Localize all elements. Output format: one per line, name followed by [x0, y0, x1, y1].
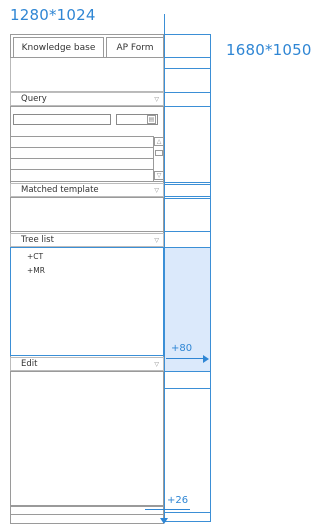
chevron-down-icon: ▽ [154, 360, 159, 368]
extended-divider [164, 68, 211, 69]
arrow-down-icon[interactable]: ▽ [154, 171, 164, 180]
extended-divider [164, 388, 211, 389]
status-strip [10, 506, 164, 515]
extended-divider [164, 512, 211, 513]
tree-list-header[interactable]: Tree list ▽ [10, 233, 164, 247]
tree-list-area: +CT +MR [10, 247, 164, 356]
tree-item-mr[interactable]: +MR [27, 266, 45, 275]
extended-divider [164, 92, 211, 93]
tab-ap-form[interactable]: AP Form [106, 37, 164, 57]
arrow-right-icon [203, 355, 209, 363]
width-delta-arrow-line [166, 358, 204, 359]
query-scrollbar[interactable]: △ ▽ [153, 136, 164, 182]
width-delta-label: +80 [171, 343, 193, 354]
row-divider [10, 147, 153, 148]
height-delta-line [145, 509, 190, 510]
edit-area [10, 371, 164, 506]
resolution-label-small: 1280*1024 [10, 6, 96, 24]
calendar-icon[interactable]: ▤ [147, 115, 156, 124]
extended-divider [164, 182, 211, 183]
edit-title: Edit [21, 359, 38, 369]
row-divider [10, 158, 153, 159]
height-delta-label: +26 [167, 495, 189, 506]
tab-knowledge-base[interactable]: Knowledge base [13, 37, 104, 57]
chevron-down-icon: ▽ [154, 95, 159, 103]
chevron-down-icon: ▽ [154, 236, 159, 244]
tab-label: Knowledge base [21, 42, 96, 53]
vertical-measure-line [164, 14, 165, 520]
query-result-list: △ ▽ [10, 136, 164, 182]
resolution-label-large: 1680*1050 [226, 41, 312, 59]
tree-list-title: Tree list [21, 235, 54, 245]
row-divider [10, 169, 153, 170]
tab-label: AP Form [116, 42, 154, 53]
extended-template-area [164, 198, 211, 232]
edit-header[interactable]: Edit ▽ [10, 357, 164, 371]
matched-template-title: Matched template [21, 185, 99, 195]
knowledge-base-area [10, 58, 164, 92]
chevron-down-icon: ▽ [154, 186, 159, 194]
extended-template-header [164, 184, 211, 197]
query-select[interactable]: ▤ [116, 114, 158, 125]
extended-divider [164, 57, 211, 58]
tree-item-ct[interactable]: +CT [27, 252, 43, 261]
query-title: Query [21, 94, 47, 104]
arrow-up-icon[interactable]: △ [154, 137, 164, 146]
matched-template-area [10, 197, 164, 232]
row-divider [10, 136, 153, 137]
extended-divider [164, 106, 211, 107]
matched-template-header[interactable]: Matched template ▽ [10, 183, 164, 197]
query-header[interactable]: Query ▽ [10, 92, 164, 106]
scroll-thumb[interactable] [155, 150, 163, 156]
query-input[interactable] [13, 114, 111, 125]
arrow-down-icon [160, 518, 168, 524]
